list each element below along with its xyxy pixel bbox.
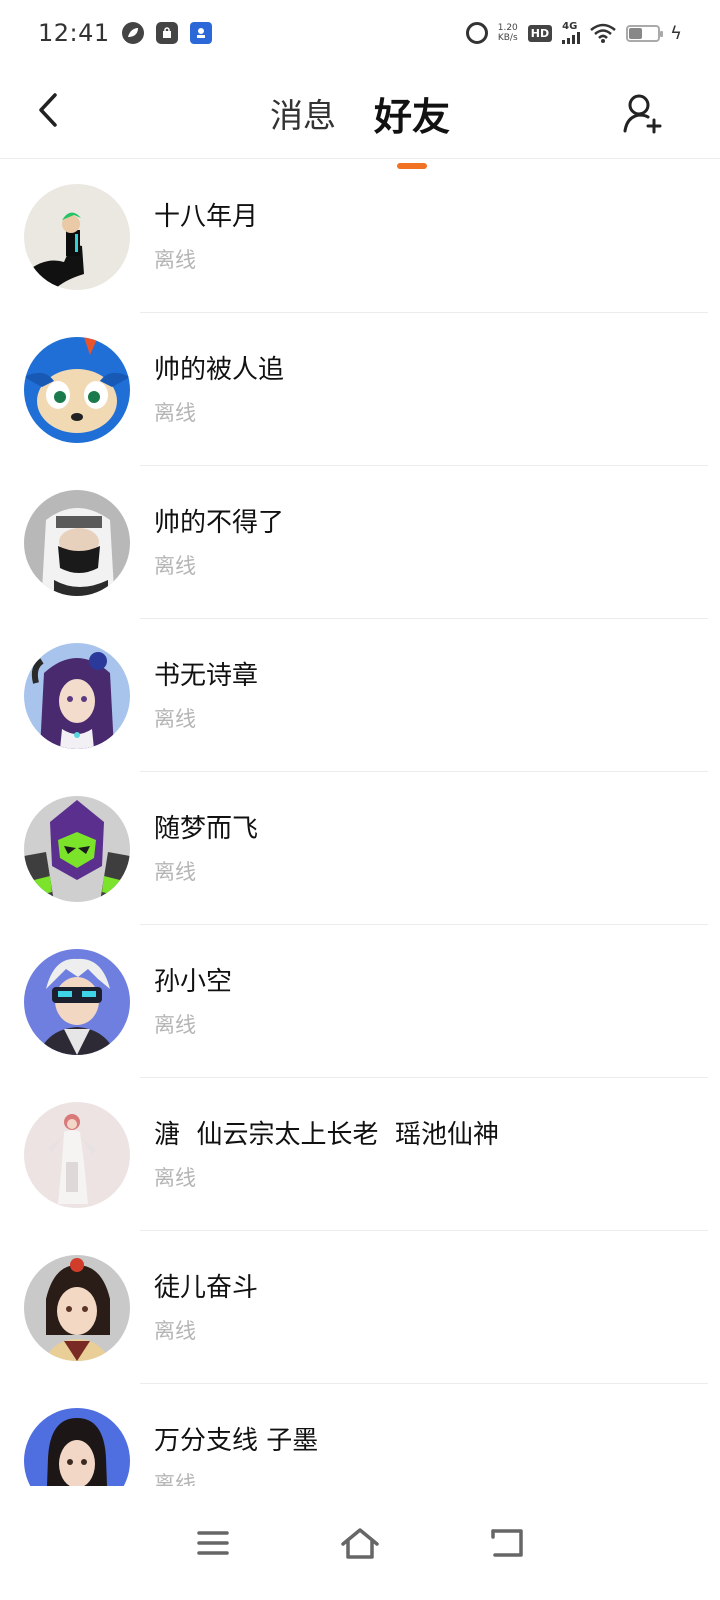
friends-screen: 12:41 1.20 KB/s HD 4G ϟ 消息 好友 十八年月 离线 帅的…: [0, 0, 720, 1600]
friend-info: 徒儿奋斗 离线: [154, 1271, 258, 1345]
friend-name: 徒儿奋斗: [154, 1273, 259, 1303]
status-bar: 12:41 1.20 KB/s HD 4G ϟ: [0, 0, 720, 66]
friend-avatar[interactable]: [24, 796, 130, 902]
leaf-app-icon: [121, 22, 144, 44]
friend-status: 离线: [154, 554, 196, 578]
friend-list-item[interactable]: 书无诗章 离线: [0, 619, 720, 772]
tab-messages[interactable]: 消息: [268, 89, 338, 137]
friend-avatar[interactable]: [24, 949, 130, 1055]
friend-list-item[interactable]: 随梦而飞 离线: [0, 772, 720, 925]
alarm-icon: [465, 22, 488, 44]
friend-info: 万分支线 子墨 离线: [154, 1424, 318, 1486]
charging-icon: ϟ: [670, 22, 682, 44]
friend-info: 帅的被人追 离线: [154, 353, 284, 427]
header-divider: [0, 158, 720, 159]
friend-status: 离线: [154, 707, 196, 731]
friend-info: 溏 仙云宗太上长老 瑶池仙神 离线: [154, 1118, 499, 1192]
friend-list-item[interactable]: 溏 仙云宗太上长老 瑶池仙神 离线: [0, 1078, 720, 1231]
friend-avatar[interactable]: [24, 643, 130, 749]
friend-name: 十八年月: [154, 202, 259, 232]
friend-list-item[interactable]: 万分支线 子墨 离线: [0, 1384, 720, 1486]
long-hair-man-avatar-icon: [24, 1408, 130, 1486]
white-hair-visor-avatar-icon: [24, 949, 130, 1055]
home-icon: [341, 1528, 379, 1559]
friend-info: 孙小空 离线: [154, 965, 232, 1039]
green-hair-character-avatar-icon: [24, 184, 130, 290]
home-button[interactable]: [330, 1513, 390, 1573]
net-speed: 1.20 KB/s: [498, 23, 518, 43]
friend-avatar[interactable]: [24, 1255, 130, 1361]
friend-list-item[interactable]: 帅的被人追 离线: [0, 313, 720, 466]
friend-info: 随梦而飞 离线: [154, 812, 258, 886]
friend-name: 帅的不得了: [154, 508, 285, 538]
friend-name: 万分支线 子墨: [154, 1426, 319, 1456]
friend-list: 十八年月 离线 帅的被人追 离线 帅的不得了 离线 书无诗章 离线 随梦而飞 离…: [0, 160, 720, 1486]
friend-list-item[interactable]: 徒儿奋斗 离线: [0, 1231, 720, 1384]
friend-status: 离线: [154, 860, 196, 884]
tab-friends-label: 好友: [373, 94, 450, 139]
blue-cartoon-character-avatar-icon: [24, 337, 130, 443]
friend-status: 离线: [154, 1166, 196, 1190]
tab-messages-label: 消息: [269, 96, 336, 135]
friend-status: 离线: [154, 401, 196, 425]
add-friend-button[interactable]: [618, 88, 668, 138]
network-type: 4G: [562, 21, 578, 32]
friend-status: 离线: [154, 248, 196, 272]
status-right: 1.20 KB/s HD 4G ϟ: [465, 21, 682, 44]
friend-name: 帅的被人追: [154, 355, 285, 385]
status-left: 12:41: [38, 19, 212, 47]
purple-hair-girl-avatar-icon: [24, 643, 130, 749]
signal-bars: [562, 32, 581, 44]
friend-status: 离线: [154, 1472, 196, 1486]
back-nav-button[interactable]: [477, 1513, 537, 1573]
battery-icon: [626, 24, 664, 42]
purple-green-mecha-avatar-icon: [24, 796, 130, 902]
friend-status: 离线: [154, 1319, 196, 1343]
hd-badge: HD: [527, 24, 553, 42]
friend-list-item[interactable]: 十八年月 离线: [0, 160, 720, 313]
bag-app-icon: [155, 22, 178, 44]
friend-avatar[interactable]: [24, 337, 130, 443]
friend-list-item[interactable]: 帅的不得了 离线: [0, 466, 720, 619]
black-hair-warrior-avatar-icon: [24, 1255, 130, 1361]
tab-friends[interactable]: 好友: [372, 86, 452, 169]
friend-info: 帅的不得了 离线: [154, 506, 284, 580]
menu-icon: [197, 1531, 230, 1555]
tab-bar: 消息 好友: [0, 66, 720, 169]
status-time: 12:41: [38, 19, 110, 47]
friend-avatar[interactable]: [24, 1102, 130, 1208]
friend-status: 离线: [154, 1013, 196, 1037]
white-dress-figure-avatar-icon: [24, 1102, 130, 1208]
friend-name: 孙小空: [154, 967, 233, 997]
masked-ninja-avatar-icon: [24, 490, 130, 596]
net-speed-value: 1.20: [497, 23, 518, 33]
menu-button[interactable]: [183, 1513, 243, 1573]
friend-info: 十八年月 离线: [154, 200, 258, 274]
friend-list-item[interactable]: 孙小空 离线: [0, 925, 720, 1078]
store-app-icon: [189, 22, 212, 44]
friend-name: 溏 仙云宗太上长老 瑶池仙神: [154, 1120, 500, 1150]
friend-info: 书无诗章 离线: [154, 659, 258, 733]
friend-avatar[interactable]: [24, 1408, 130, 1486]
friend-avatar[interactable]: [24, 184, 130, 290]
friend-name: 随梦而飞: [154, 814, 259, 844]
cellular-signal-icon: 4G: [562, 21, 581, 44]
system-nav-bar: [0, 1486, 720, 1600]
friend-avatar[interactable]: [24, 490, 130, 596]
add-user-icon: [623, 94, 662, 134]
friend-name: 书无诗章: [154, 661, 259, 691]
top-header: 消息 好友: [0, 66, 720, 169]
wifi-icon: [590, 23, 616, 43]
net-speed-unit: KB/s: [497, 33, 518, 43]
back-icon: [490, 1529, 523, 1557]
